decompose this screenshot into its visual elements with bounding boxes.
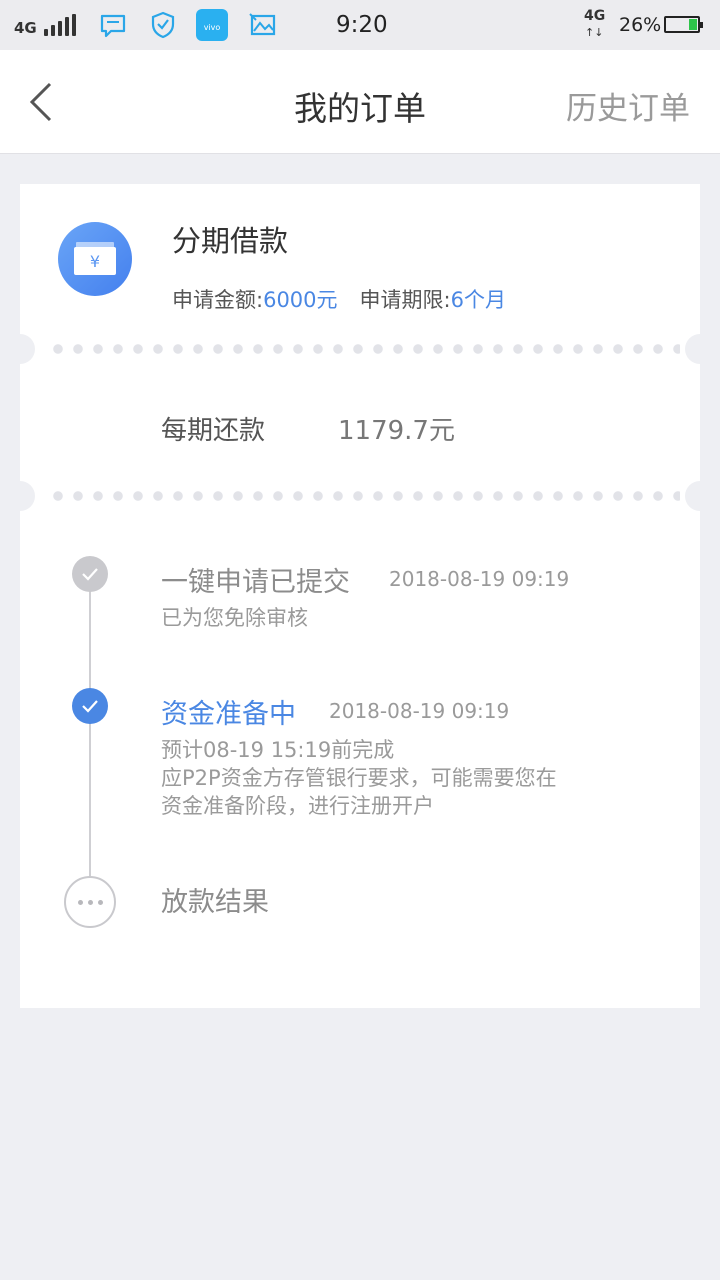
amount-label: 申请金额: (172, 288, 264, 312)
term-label: 申请期限: (359, 288, 451, 312)
loan-meta: 申请金额:6000元 申请期限:6个月 (172, 284, 506, 314)
battery-percent: 26% (619, 14, 662, 36)
step-time: 2018-08-19 09:19 (329, 699, 510, 723)
nav-bar: 我的订单 历史订单 (0, 50, 720, 154)
shield-icon (151, 11, 175, 39)
perforation-divider (5, 334, 715, 364)
order-card: ¥ 分期借款 申请金额:6000元 申请期限:6个月 每期还款 1179.7元 一… (5, 184, 715, 1008)
network-type-secondary: 4G (584, 8, 606, 24)
step-active-check-icon (72, 688, 108, 724)
step-detail: 资金准备阶段，进行注册开户 (161, 794, 434, 818)
step-title: 一键申请已提交 (161, 567, 350, 598)
battery-icon (664, 16, 703, 33)
network-type: 4G (14, 19, 37, 37)
signal-icon (44, 14, 76, 36)
amount-value: 6000元 (263, 288, 338, 312)
perforation-divider (5, 481, 715, 511)
history-orders-button[interactable]: 历史订单 (566, 83, 690, 128)
vivo-store-icon: vivo (196, 9, 228, 41)
repayment-value: 1179.7元 (338, 416, 455, 446)
wallet-icon: ¥ (74, 242, 116, 275)
step-detail: 预计08-19 15:19前完成 (161, 738, 395, 762)
image-icon (249, 13, 276, 36)
step-detail: 已为您免除审核 (161, 606, 308, 630)
loan-icon: ¥ (58, 222, 132, 296)
repayment-label: 每期还款 (161, 416, 266, 446)
vivo-label: vivo (203, 23, 221, 32)
status-bar: 4G vivo 9:20 4G ↑↓ 26% (0, 0, 720, 50)
step-pending-more-icon (64, 876, 116, 928)
battery-fill (689, 19, 697, 30)
step-done-check-icon (72, 556, 108, 592)
clock: 9:20 (336, 12, 388, 38)
step-detail: 应P2P资金方存管银行要求，可能需要您在 (161, 766, 557, 790)
currency-symbol: ¥ (90, 252, 100, 271)
loan-title: 分期借款 (172, 224, 289, 258)
step-title: 放款结果 (161, 887, 269, 918)
timeline-line (89, 576, 91, 878)
step-time: 2018-08-19 09:19 (389, 567, 570, 591)
term-value: 6个月 (450, 288, 506, 312)
message-icon (100, 14, 126, 38)
step-title: 资金准备中 (161, 699, 296, 730)
data-arrows-icon: ↑↓ (585, 26, 604, 39)
